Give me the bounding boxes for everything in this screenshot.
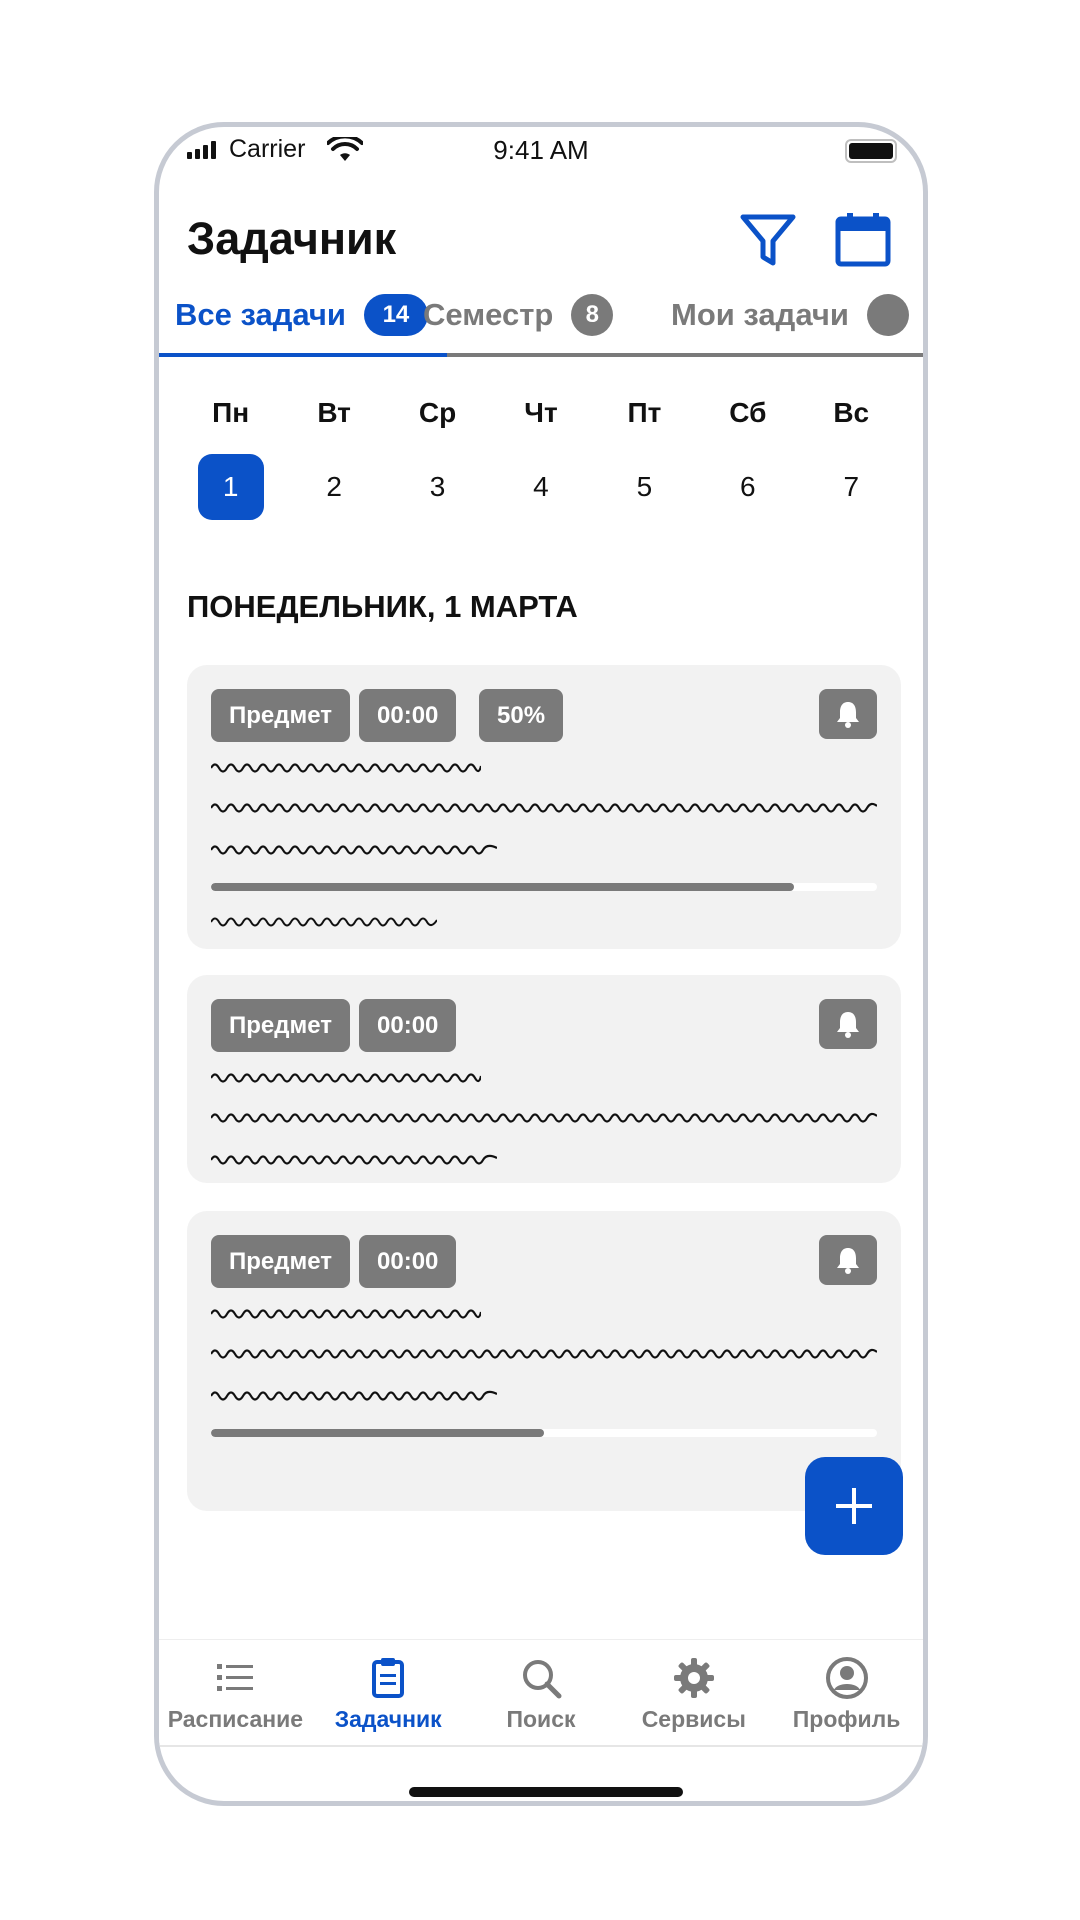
nav-item-search[interactable]: Поиск — [466, 1640, 616, 1745]
subject-chip: Предмет — [211, 689, 351, 742]
add-task-button[interactable] — [805, 1457, 903, 1555]
tab-count-badge: 14 — [363, 294, 428, 336]
bell-icon — [837, 702, 859, 728]
date-cell[interactable]: 5 — [611, 454, 677, 520]
text-placeholder — [211, 1154, 497, 1165]
task-card[interactable]: Предмет 00:00 — [187, 1211, 901, 1511]
text-placeholder — [211, 802, 877, 813]
tab-active-indicator — [159, 353, 447, 357]
tab-label: Семестр — [423, 297, 554, 332]
calendar-icon[interactable] — [835, 211, 891, 267]
tab-count-badge: 8 — [571, 294, 614, 336]
week-strip: Пн Вт Ср Чт Пт Сб Вс 1 2 3 4 5 6 7 — [159, 397, 923, 520]
task-card[interactable]: Предмет 00:00 — [187, 975, 901, 1183]
clipboard-icon — [372, 1658, 405, 1698]
nav-item-services[interactable]: Сервисы — [619, 1640, 769, 1745]
nav-item-profile[interactable]: Профиль — [772, 1640, 922, 1745]
search-icon — [522, 1660, 562, 1699]
date-row: 1 2 3 4 5 6 7 — [159, 454, 923, 520]
app-header: Задачник — [159, 187, 923, 282]
time-chip: 00:00 — [359, 1235, 457, 1288]
nav-label: Сервисы — [641, 1706, 746, 1732]
date-heading: ПОНЕДЕЛЬНИК, 1 МАРТА — [187, 589, 578, 624]
subject-chip: Предмет — [211, 999, 351, 1052]
home-indicator[interactable] — [409, 1787, 683, 1797]
tab-all-tasks[interactable]: Все задачи 14 — [175, 294, 428, 336]
text-placeholder — [211, 1390, 497, 1401]
nav-item-tasks[interactable]: Задачник — [313, 1640, 463, 1745]
reminder-button[interactable] — [819, 1235, 877, 1285]
bottom-nav: Расписание Задачник Поиск Сервисы Профил… — [159, 1639, 923, 1747]
nav-label: Профиль — [792, 1706, 901, 1732]
battery-icon — [845, 139, 897, 163]
progress-fill — [211, 1429, 544, 1437]
task-progress-bar — [211, 883, 877, 891]
tab-label: Все задачи — [175, 297, 346, 332]
nav-item-schedule[interactable]: Расписание — [160, 1640, 310, 1745]
text-placeholder — [211, 1309, 481, 1319]
bell-icon — [837, 1012, 859, 1038]
date-cell[interactable]: 7 — [818, 454, 884, 520]
text-placeholder — [211, 1348, 877, 1359]
task-card[interactable]: Предмет 00:00 50% — [187, 665, 901, 949]
reminder-button[interactable] — [819, 689, 877, 739]
date-cell[interactable]: 4 — [508, 454, 574, 520]
list-icon — [217, 1664, 254, 1691]
date-cell[interactable]: 2 — [301, 454, 367, 520]
status-time: 9:41 AM — [493, 135, 589, 165]
text-placeholder — [211, 917, 437, 927]
nav-label: Задачник — [334, 1706, 442, 1732]
date-cell[interactable]: 6 — [715, 454, 781, 520]
phone-frame: Carrier 9:41 AM Задачник Все задачи 14 С… — [154, 122, 928, 1806]
gear-icon — [673, 1658, 714, 1698]
weekday-label: Чт — [524, 397, 558, 428]
tab-bar: Все задачи 14 Семестр 8 Мои задачи — [159, 282, 923, 357]
percent-chip: 50% — [479, 689, 564, 742]
text-placeholder — [211, 1073, 481, 1083]
task-progress-bar — [211, 1429, 877, 1437]
text-placeholder — [211, 844, 497, 855]
weekday-label: Пн — [212, 397, 250, 428]
weekday-label: Вс — [833, 397, 870, 428]
subject-chip: Предмет — [211, 1235, 351, 1288]
weekday-label: Пт — [627, 397, 662, 428]
weekday-row: Пн Вт Ср Чт Пт Сб Вс — [159, 397, 923, 429]
status-bar: Carrier 9:41 AM — [159, 127, 923, 187]
weekday-label: Сб — [729, 397, 767, 428]
tab-my-tasks[interactable]: Мои задачи — [671, 294, 909, 336]
nav-label: Поиск — [506, 1706, 576, 1732]
text-placeholder — [211, 763, 481, 773]
text-placeholder — [211, 1112, 877, 1123]
nav-label: Расписание — [167, 1706, 304, 1732]
tab-semester[interactable]: Семестр 8 — [423, 294, 614, 336]
filter-icon[interactable] — [739, 211, 797, 269]
tab-label: Мои задачи — [671, 297, 849, 332]
page-title: Задачник — [187, 213, 397, 264]
date-cell-selected[interactable]: 1 — [197, 454, 264, 520]
plus-icon — [836, 1488, 872, 1524]
reminder-button[interactable] — [819, 999, 877, 1049]
profile-icon — [825, 1657, 868, 1699]
progress-fill — [211, 883, 794, 891]
date-cell[interactable]: 3 — [405, 454, 471, 520]
time-chip: 00:00 — [359, 999, 457, 1052]
weekday-label: Вт — [317, 397, 351, 428]
tab-count-badge — [866, 294, 909, 336]
bell-icon — [837, 1248, 859, 1274]
time-chip: 00:00 — [359, 689, 457, 742]
weekday-label: Ср — [418, 397, 457, 428]
